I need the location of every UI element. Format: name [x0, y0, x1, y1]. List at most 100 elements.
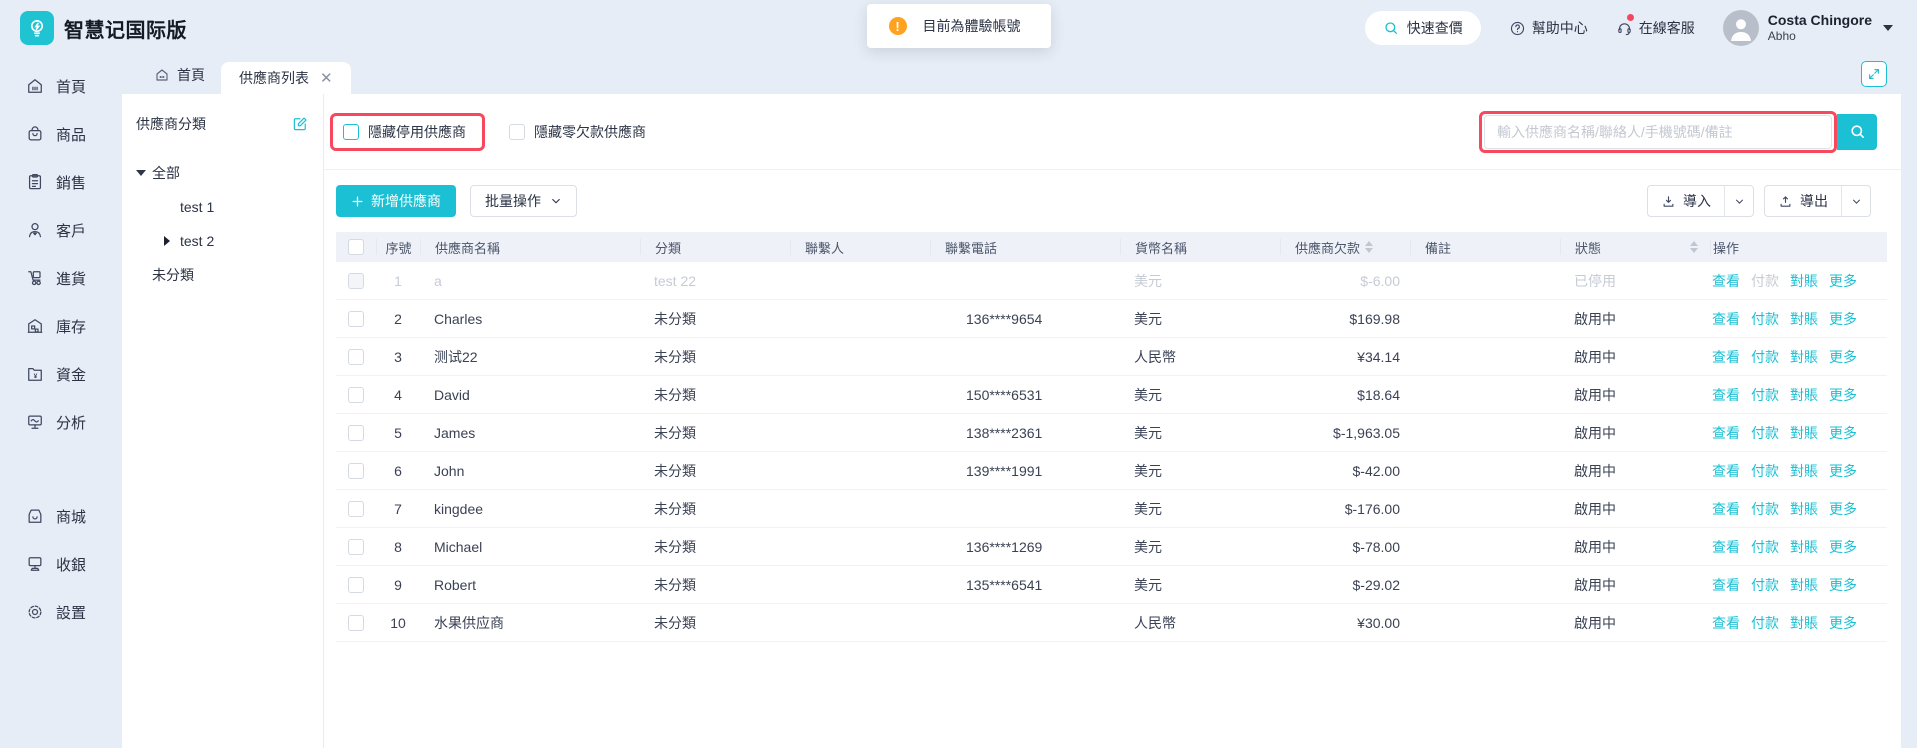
action-link-more[interactable]: 更多 [1829, 271, 1857, 291]
action-link-more[interactable]: 更多 [1829, 385, 1857, 405]
action-link-pay[interactable]: 付款 [1751, 461, 1779, 481]
action-link-view[interactable]: 查看 [1712, 613, 1740, 633]
sidebar-item-top-3[interactable]: 客戶 [0, 206, 122, 254]
row-checkbox[interactable] [348, 387, 364, 403]
user-menu[interactable]: Costa Chingore Abho [1723, 10, 1893, 46]
tree-item-3[interactable]: 未分類 [136, 258, 309, 292]
action-link-reconcile[interactable]: 對賬 [1790, 461, 1818, 481]
action-link-view[interactable]: 查看 [1712, 575, 1740, 595]
action-link-view[interactable]: 查看 [1712, 347, 1740, 367]
action-link-pay[interactable]: 付款 [1751, 613, 1779, 633]
add-supplier-button[interactable]: 新增供應商 [336, 185, 456, 217]
online-service-button[interactable]: 在線客服 [1616, 18, 1695, 38]
sort-icon[interactable] [1365, 241, 1373, 253]
action-link-reconcile[interactable]: 對賬 [1790, 423, 1818, 443]
close-icon[interactable]: ✕ [320, 71, 333, 86]
sidebar-item-top-5[interactable]: 庫存 [0, 302, 122, 350]
tree-caret-down-icon[interactable] [136, 170, 152, 176]
cell-num: 2 [376, 311, 420, 327]
sidebar-item-top-2[interactable]: 銷售 [0, 158, 122, 206]
action-link-pay[interactable]: 付款 [1751, 385, 1779, 405]
action-link-view[interactable]: 查看 [1712, 271, 1740, 291]
action-link-reconcile[interactable]: 對賬 [1790, 385, 1818, 405]
supplier-search-input[interactable] [1484, 115, 1832, 149]
action-link-view[interactable]: 查看 [1712, 499, 1740, 519]
action-link-more[interactable]: 更多 [1829, 309, 1857, 329]
cell-phone: 136****1269 [930, 539, 1120, 555]
action-link-more[interactable]: 更多 [1829, 461, 1857, 481]
sidebar-item-top-6[interactable]: ¥資金 [0, 350, 122, 398]
tab-home[interactable]: 首頁 [138, 56, 221, 94]
row-checkbox[interactable] [348, 615, 364, 631]
select-all-checkbox[interactable] [348, 239, 364, 255]
tree-item-2[interactable]: test 2 [136, 224, 309, 258]
hide-disabled-checkbox[interactable] [343, 124, 359, 140]
sidebar-item-bottom-0[interactable]: 商城 [0, 492, 122, 540]
import-button[interactable]: 導入 [1648, 186, 1724, 216]
expand-button[interactable] [1861, 61, 1887, 87]
help-center-button[interactable]: 幫助中心 [1509, 18, 1588, 38]
header-cell-8: 狀態 [1560, 239, 1710, 255]
hide-zero-debt-label: 隱藏零欠款供應商 [534, 122, 646, 142]
sidebar-item-bottom-1[interactable]: 收銀 [0, 540, 122, 588]
action-link-reconcile[interactable]: 對賬 [1790, 309, 1818, 329]
sidebar-item-top-4[interactable]: 進貨 [0, 254, 122, 302]
sidebar-item-top-1[interactable]: 商品 [0, 110, 122, 158]
action-link-more[interactable]: 更多 [1829, 613, 1857, 633]
action-link-pay[interactable]: 付款 [1751, 423, 1779, 443]
row-checkbox[interactable] [348, 539, 364, 555]
action-link-view[interactable]: 查看 [1712, 423, 1740, 443]
cell-category: 未分類 [640, 347, 790, 367]
action-link-reconcile[interactable]: 對賬 [1790, 575, 1818, 595]
tree-caret-right-icon[interactable] [164, 236, 180, 246]
cell-category: 未分類 [640, 385, 790, 405]
search-button[interactable] [1837, 114, 1877, 150]
edit-category-icon[interactable] [291, 115, 309, 133]
tree-item-0[interactable]: 全部 [136, 156, 309, 190]
action-link-pay[interactable]: 付款 [1751, 575, 1779, 595]
toolbar: 新增供應商 批量操作 [324, 170, 1901, 232]
row-checkbox[interactable] [348, 349, 364, 365]
sidebar-item-label: 客戶 [56, 220, 86, 241]
hide-zero-debt-checkbox[interactable] [509, 124, 525, 140]
export-button[interactable]: 導出 [1765, 186, 1841, 216]
row-checkbox[interactable] [348, 273, 364, 289]
cell-currency: 美元 [1120, 575, 1280, 595]
header-label: 狀態 [1575, 239, 1601, 255]
tree-item-label: 未分類 [152, 265, 194, 285]
export-more-button[interactable] [1841, 186, 1870, 216]
action-link-more[interactable]: 更多 [1829, 537, 1857, 557]
action-link-reconcile[interactable]: 對賬 [1790, 271, 1818, 291]
row-checkbox[interactable] [348, 425, 364, 441]
action-link-more[interactable]: 更多 [1829, 347, 1857, 367]
action-link-reconcile[interactable]: 對賬 [1790, 537, 1818, 557]
import-more-button[interactable] [1724, 186, 1753, 216]
action-link-more[interactable]: 更多 [1829, 575, 1857, 595]
quick-quote-button[interactable]: 快速查價 [1365, 11, 1481, 45]
action-link-pay[interactable]: 付款 [1751, 347, 1779, 367]
action-link-pay[interactable]: 付款 [1751, 309, 1779, 329]
row-checkbox[interactable] [348, 463, 364, 479]
action-link-reconcile[interactable]: 對賬 [1790, 613, 1818, 633]
sort-icon[interactable] [1690, 241, 1698, 253]
action-link-pay[interactable]: 付款 [1751, 499, 1779, 519]
action-link-reconcile[interactable]: 對賬 [1790, 499, 1818, 519]
batch-actions-button[interactable]: 批量操作 [470, 185, 577, 217]
row-checkbox[interactable] [348, 577, 364, 593]
action-link-pay[interactable]: 付款 [1751, 537, 1779, 557]
sidebar: 首頁商品銷售客戶進貨庫存¥資金分析商城收銀設置 [0, 56, 122, 748]
row-checkbox[interactable] [348, 311, 364, 327]
action-link-view[interactable]: 查看 [1712, 385, 1740, 405]
sidebar-item-top-0[interactable]: 首頁 [0, 62, 122, 110]
action-link-view[interactable]: 查看 [1712, 461, 1740, 481]
sidebar-item-top-7[interactable]: 分析 [0, 398, 122, 446]
action-link-view[interactable]: 查看 [1712, 537, 1740, 557]
sidebar-item-bottom-2[interactable]: 設置 [0, 588, 122, 636]
action-link-view[interactable]: 查看 [1712, 309, 1740, 329]
tab-supplier-list[interactable]: 供應商列表 ✕ [221, 62, 351, 94]
row-checkbox[interactable] [348, 501, 364, 517]
tree-item-1[interactable]: test 1 [136, 190, 309, 224]
action-link-more[interactable]: 更多 [1829, 423, 1857, 443]
action-link-reconcile[interactable]: 對賬 [1790, 347, 1818, 367]
action-link-more[interactable]: 更多 [1829, 499, 1857, 519]
